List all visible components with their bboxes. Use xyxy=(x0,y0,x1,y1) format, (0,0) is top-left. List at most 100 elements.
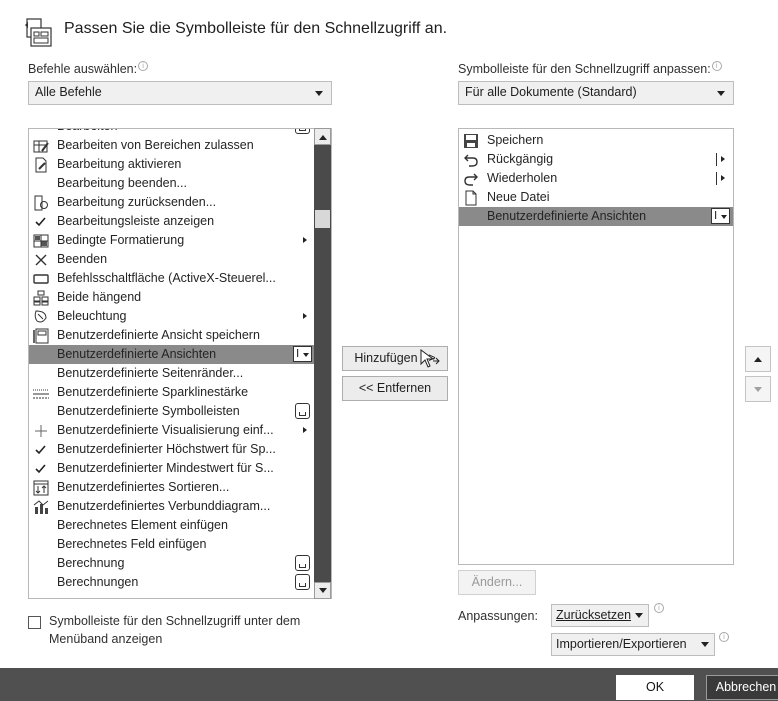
modify-button[interactable]: Ändern... xyxy=(458,570,536,595)
ok-button[interactable]: OK xyxy=(616,675,694,700)
command-item-label: Berechnetes Element einfügen xyxy=(57,518,228,532)
command-item[interactable]: Berechnung xyxy=(29,554,315,573)
toolbar-item[interactable]: Neue Datei xyxy=(459,188,733,207)
command-item-label: Benutzerdefinierter Mindestwert für S... xyxy=(57,461,274,475)
command-item-label: Benutzerdefinierte Ansichten xyxy=(57,347,217,361)
toolbar-item[interactable]: Rückgängig xyxy=(459,150,733,169)
toolbar-item[interactable]: Wiederholen xyxy=(459,169,733,188)
command-item[interactable]: Benutzerdefiniertes Verbunddiagram... xyxy=(29,497,315,516)
command-item-label: Bearbeitung aktivieren xyxy=(57,157,182,171)
commands-list[interactable]: Bearbeiten Bearbeiten von Bereichen zulas… xyxy=(28,128,332,599)
move-down-button[interactable] xyxy=(745,376,771,402)
save-view-icon xyxy=(33,328,49,344)
scroll-up-button[interactable] xyxy=(314,128,331,145)
command-item[interactable]: Bearbeitung zurücksenden... xyxy=(29,193,315,212)
command-item-label: Bearbeiten xyxy=(57,129,117,136)
toolbar-item-label: Neue Datei xyxy=(487,190,550,204)
plus-icon xyxy=(33,423,49,439)
toolbar-item-label: Wiederholen xyxy=(487,171,558,185)
import-export-dropdown[interactable]: Importieren/Exportieren xyxy=(551,633,715,656)
command-item[interactable]: Befehlsschaltfläche (ActiveX-Steuerel... xyxy=(29,269,315,288)
customizations-label: Anpassungen: xyxy=(458,609,538,623)
remove-button[interactable]: << Entfernen xyxy=(342,376,448,401)
scroll-down-button[interactable] xyxy=(314,582,331,599)
command-item[interactable]: Benutzerdefinierte Ansicht speichern xyxy=(29,326,315,345)
show-below-ribbon-checkbox[interactable] xyxy=(28,616,41,629)
command-item[interactable]: Benutzerdefinierte Visualisierung einf..… xyxy=(29,421,315,440)
toolbar-item-label: Benutzerdefinierte Ansichten xyxy=(487,209,647,223)
control-icon xyxy=(295,555,310,571)
choose-commands-value: Alle Befehle xyxy=(35,85,102,99)
command-item-label: Benutzerdefinierte Symbolleisten xyxy=(57,404,240,418)
control-icon xyxy=(295,129,310,134)
command-item[interactable]: Bedingte Formatierung xyxy=(29,231,315,250)
customize-toolbar-dropdown[interactable]: Für alle Dokumente (Standard) xyxy=(458,81,734,105)
lighting-icon xyxy=(33,309,49,325)
send-back-icon xyxy=(33,195,49,211)
command-item[interactable]: Benutzerdefinierte Symbolleisten xyxy=(29,402,315,421)
customize-toolbar-value: Für alle Dokumente (Standard) xyxy=(465,85,637,99)
chevron-down-icon xyxy=(717,91,725,96)
command-item-label: Beide hängend xyxy=(57,290,142,304)
mouse-cursor-icon xyxy=(419,348,441,370)
arrange-icon xyxy=(33,290,49,306)
command-item[interactable]: Berechnetes Element einfügen xyxy=(29,516,315,535)
info-icon: i xyxy=(719,632,729,642)
command-item[interactable]: Berechnungen xyxy=(29,573,315,592)
command-item[interactable]: Benutzerdefinierter Höchstwert für Sp... xyxy=(29,440,315,459)
command-item[interactable]: Benutzerdefinierte Sparklinestärke xyxy=(29,383,315,402)
dialog-title: Passen Sie die Symbolleiste für den Schn… xyxy=(64,20,448,37)
checkmark-icon xyxy=(33,442,49,458)
customize-toolbar-label: Symbolleiste für den Schnellzugriff anpa… xyxy=(458,61,722,76)
show-below-ribbon-label-2: Menüband anzeigen xyxy=(49,632,163,646)
modify-button-label: Ändern... xyxy=(471,575,523,589)
command-item-label: Bearbeitungsleiste anzeigen xyxy=(57,214,215,228)
choose-commands-dropdown[interactable]: Alle Befehle xyxy=(28,81,332,105)
command-item[interactable]: Berechnetes Feld einfügen xyxy=(29,535,315,554)
customize-toolbar-icon xyxy=(24,16,56,50)
submenu-arrow-icon xyxy=(303,427,307,433)
command-item-label: Beleuchtung xyxy=(57,309,127,323)
text-cursor-dropdown-icon: I xyxy=(711,208,730,224)
command-item[interactable]: Benutzerdefinierte Seitenränder... xyxy=(29,364,315,383)
command-item-label: Benutzerdefinierte Sparklinestärke xyxy=(57,385,249,399)
cancel-button[interactable]: Abbrechen xyxy=(706,675,778,700)
toolbar-item[interactable]: Benutzerdefinierte Ansichten I xyxy=(459,207,733,226)
toolbar-item[interactable]: Speichern xyxy=(459,131,733,150)
command-item-label: Berechnetes Feld einfügen xyxy=(57,537,207,551)
ok-label: OK xyxy=(645,680,665,694)
info-icon: i xyxy=(654,603,664,613)
import-export-label: Importieren/Exportieren xyxy=(556,637,687,651)
chevron-down-icon xyxy=(315,91,323,96)
command-item[interactable]: Bearbeitungsleiste anzeigen xyxy=(29,212,315,231)
scroll-thumb[interactable] xyxy=(315,210,330,228)
command-item-label: Bedingte Formatierung xyxy=(57,233,185,247)
sparkline-weight-icon xyxy=(33,385,49,401)
split-divider xyxy=(716,172,717,185)
command-item[interactable]: Bearbeitung beenden... xyxy=(29,174,315,193)
command-item[interactable]: Bearbeitung aktivieren xyxy=(29,155,315,174)
move-up-button[interactable] xyxy=(745,346,771,372)
show-below-ribbon-label-1: Symbolleiste für den Schnellzugriff unte… xyxy=(49,614,301,628)
conditional-format-icon xyxy=(33,233,49,249)
command-item-label: Berechnung xyxy=(57,556,125,570)
command-item[interactable]: Beenden xyxy=(29,250,315,269)
command-item[interactable]: Beleuchtung xyxy=(29,307,315,326)
choose-commands-label: Befehle auswählen: i xyxy=(28,61,149,76)
reset-dropdown[interactable]: Zurücksetzen xyxy=(551,604,649,627)
cancel-label: Abbrechen xyxy=(715,680,777,694)
command-item[interactable]: Beide hängend xyxy=(29,288,315,307)
command-item[interactable]: Bearbeiten xyxy=(29,129,315,136)
checkmark-icon xyxy=(33,461,49,477)
command-item[interactable]: Benutzerdefinierter Mindestwert für S... xyxy=(29,459,315,478)
split-divider xyxy=(716,153,717,166)
command-item[interactable]: Benutzerdefinierte Ansichten I xyxy=(29,345,315,364)
toolbar-item-label: Rückgängig xyxy=(487,152,554,166)
command-item-label: Benutzerdefiniertes Sortieren... xyxy=(57,480,230,494)
toolbar-commands-list[interactable]: Speichern Rückgängig Wiederholen Neue Datei… xyxy=(458,128,734,565)
new-file-icon xyxy=(463,190,479,206)
command-item[interactable]: Benutzerdefiniertes Sortieren... xyxy=(29,478,315,497)
command-item[interactable]: Bearbeiten von Bereichen zulassen xyxy=(29,136,315,155)
reset-label: Zurücksetzen xyxy=(556,608,632,622)
commands-scrollbar[interactable] xyxy=(314,128,331,599)
